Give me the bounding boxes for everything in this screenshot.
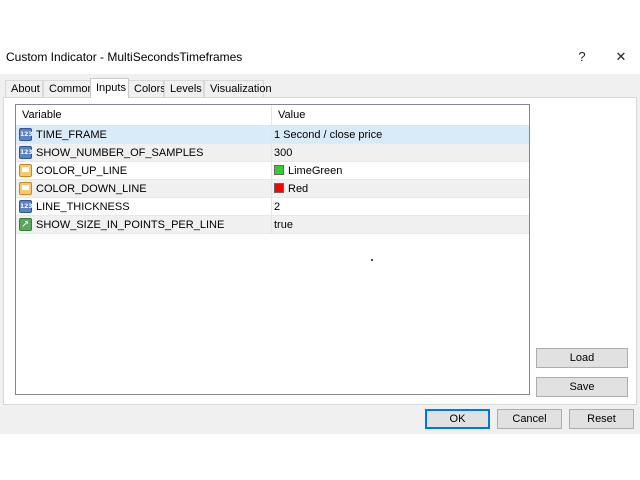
color-icon bbox=[19, 182, 32, 195]
inputs-panel: Variable Value 123 TIME_FRAME 1 Second /… bbox=[3, 97, 637, 405]
close-button[interactable]: ✕ bbox=[609, 46, 633, 68]
column-header-variable[interactable]: Variable bbox=[16, 105, 271, 125]
variable-name: COLOR_DOWN_LINE bbox=[36, 183, 147, 195]
dialog-body: About Common Inputs Colors Levels Visual… bbox=[0, 74, 640, 434]
help-button[interactable]: ? bbox=[570, 46, 594, 68]
ok-button[interactable]: OK bbox=[425, 409, 490, 429]
cancel-button[interactable]: Cancel bbox=[497, 409, 562, 429]
table-row[interactable]: COLOR_DOWN_LINE Red bbox=[16, 180, 529, 198]
color-icon bbox=[19, 164, 32, 177]
lime-green-swatch bbox=[274, 165, 284, 175]
variable-name: LINE_THICKNESS bbox=[36, 201, 130, 213]
table-row[interactable]: 123 SHOW_NUMBER_OF_SAMPLES 300 bbox=[16, 144, 529, 162]
variable-value[interactable]: 300 bbox=[274, 144, 292, 162]
tab-about[interactable]: About bbox=[5, 80, 43, 97]
tab-visualization[interactable]: Visualization bbox=[204, 80, 272, 97]
table-header: Variable Value bbox=[16, 105, 529, 126]
load-button[interactable]: Load bbox=[536, 348, 628, 368]
tab-colors[interactable]: Colors bbox=[128, 80, 166, 97]
variable-name: SHOW_NUMBER_OF_SAMPLES bbox=[36, 147, 204, 159]
number-icon: 123 bbox=[19, 128, 33, 141]
variable-name: TIME_FRAME bbox=[36, 129, 107, 141]
tab-levels[interactable]: Levels bbox=[164, 80, 204, 97]
number-icon: 123 bbox=[19, 200, 33, 213]
variable-value[interactable]: 1 Second / close price bbox=[274, 126, 382, 144]
table-row[interactable]: 123 TIME_FRAME 1 Second / close price bbox=[16, 126, 529, 144]
number-icon: 123 bbox=[19, 146, 33, 159]
reset-button[interactable]: Reset bbox=[569, 409, 634, 429]
variable-value[interactable]: 2 bbox=[274, 198, 280, 216]
variable-name: COLOR_UP_LINE bbox=[36, 165, 128, 177]
table-row[interactable]: ↗ SHOW_SIZE_IN_POINTS_PER_LINE true bbox=[16, 216, 529, 234]
table-row[interactable]: COLOR_UP_LINE LimeGreen bbox=[16, 162, 529, 180]
table-row[interactable]: 123 LINE_THICKNESS 2 bbox=[16, 198, 529, 216]
inputs-table: Variable Value 123 TIME_FRAME 1 Second /… bbox=[15, 104, 530, 395]
variable-name: SHOW_SIZE_IN_POINTS_PER_LINE bbox=[36, 219, 225, 231]
color-name: Red bbox=[288, 183, 309, 195]
tab-inputs[interactable]: Inputs bbox=[90, 78, 129, 98]
column-header-value[interactable]: Value bbox=[272, 105, 529, 125]
variable-value[interactable]: true bbox=[274, 216, 293, 234]
title-bar: Custom Indicator - MultiSecondsTimeframe… bbox=[0, 40, 640, 74]
color-name: LimeGreen bbox=[288, 165, 343, 177]
red-swatch bbox=[274, 183, 284, 193]
stray-dot bbox=[371, 259, 373, 261]
variable-value[interactable]: Red bbox=[274, 180, 308, 198]
variable-value[interactable]: LimeGreen bbox=[274, 162, 342, 180]
window-title: Custom Indicator - MultiSecondsTimeframe… bbox=[6, 50, 243, 64]
tab-common[interactable]: Common bbox=[43, 80, 94, 97]
boolean-icon: ↗ bbox=[19, 218, 32, 231]
save-button[interactable]: Save bbox=[536, 377, 628, 397]
